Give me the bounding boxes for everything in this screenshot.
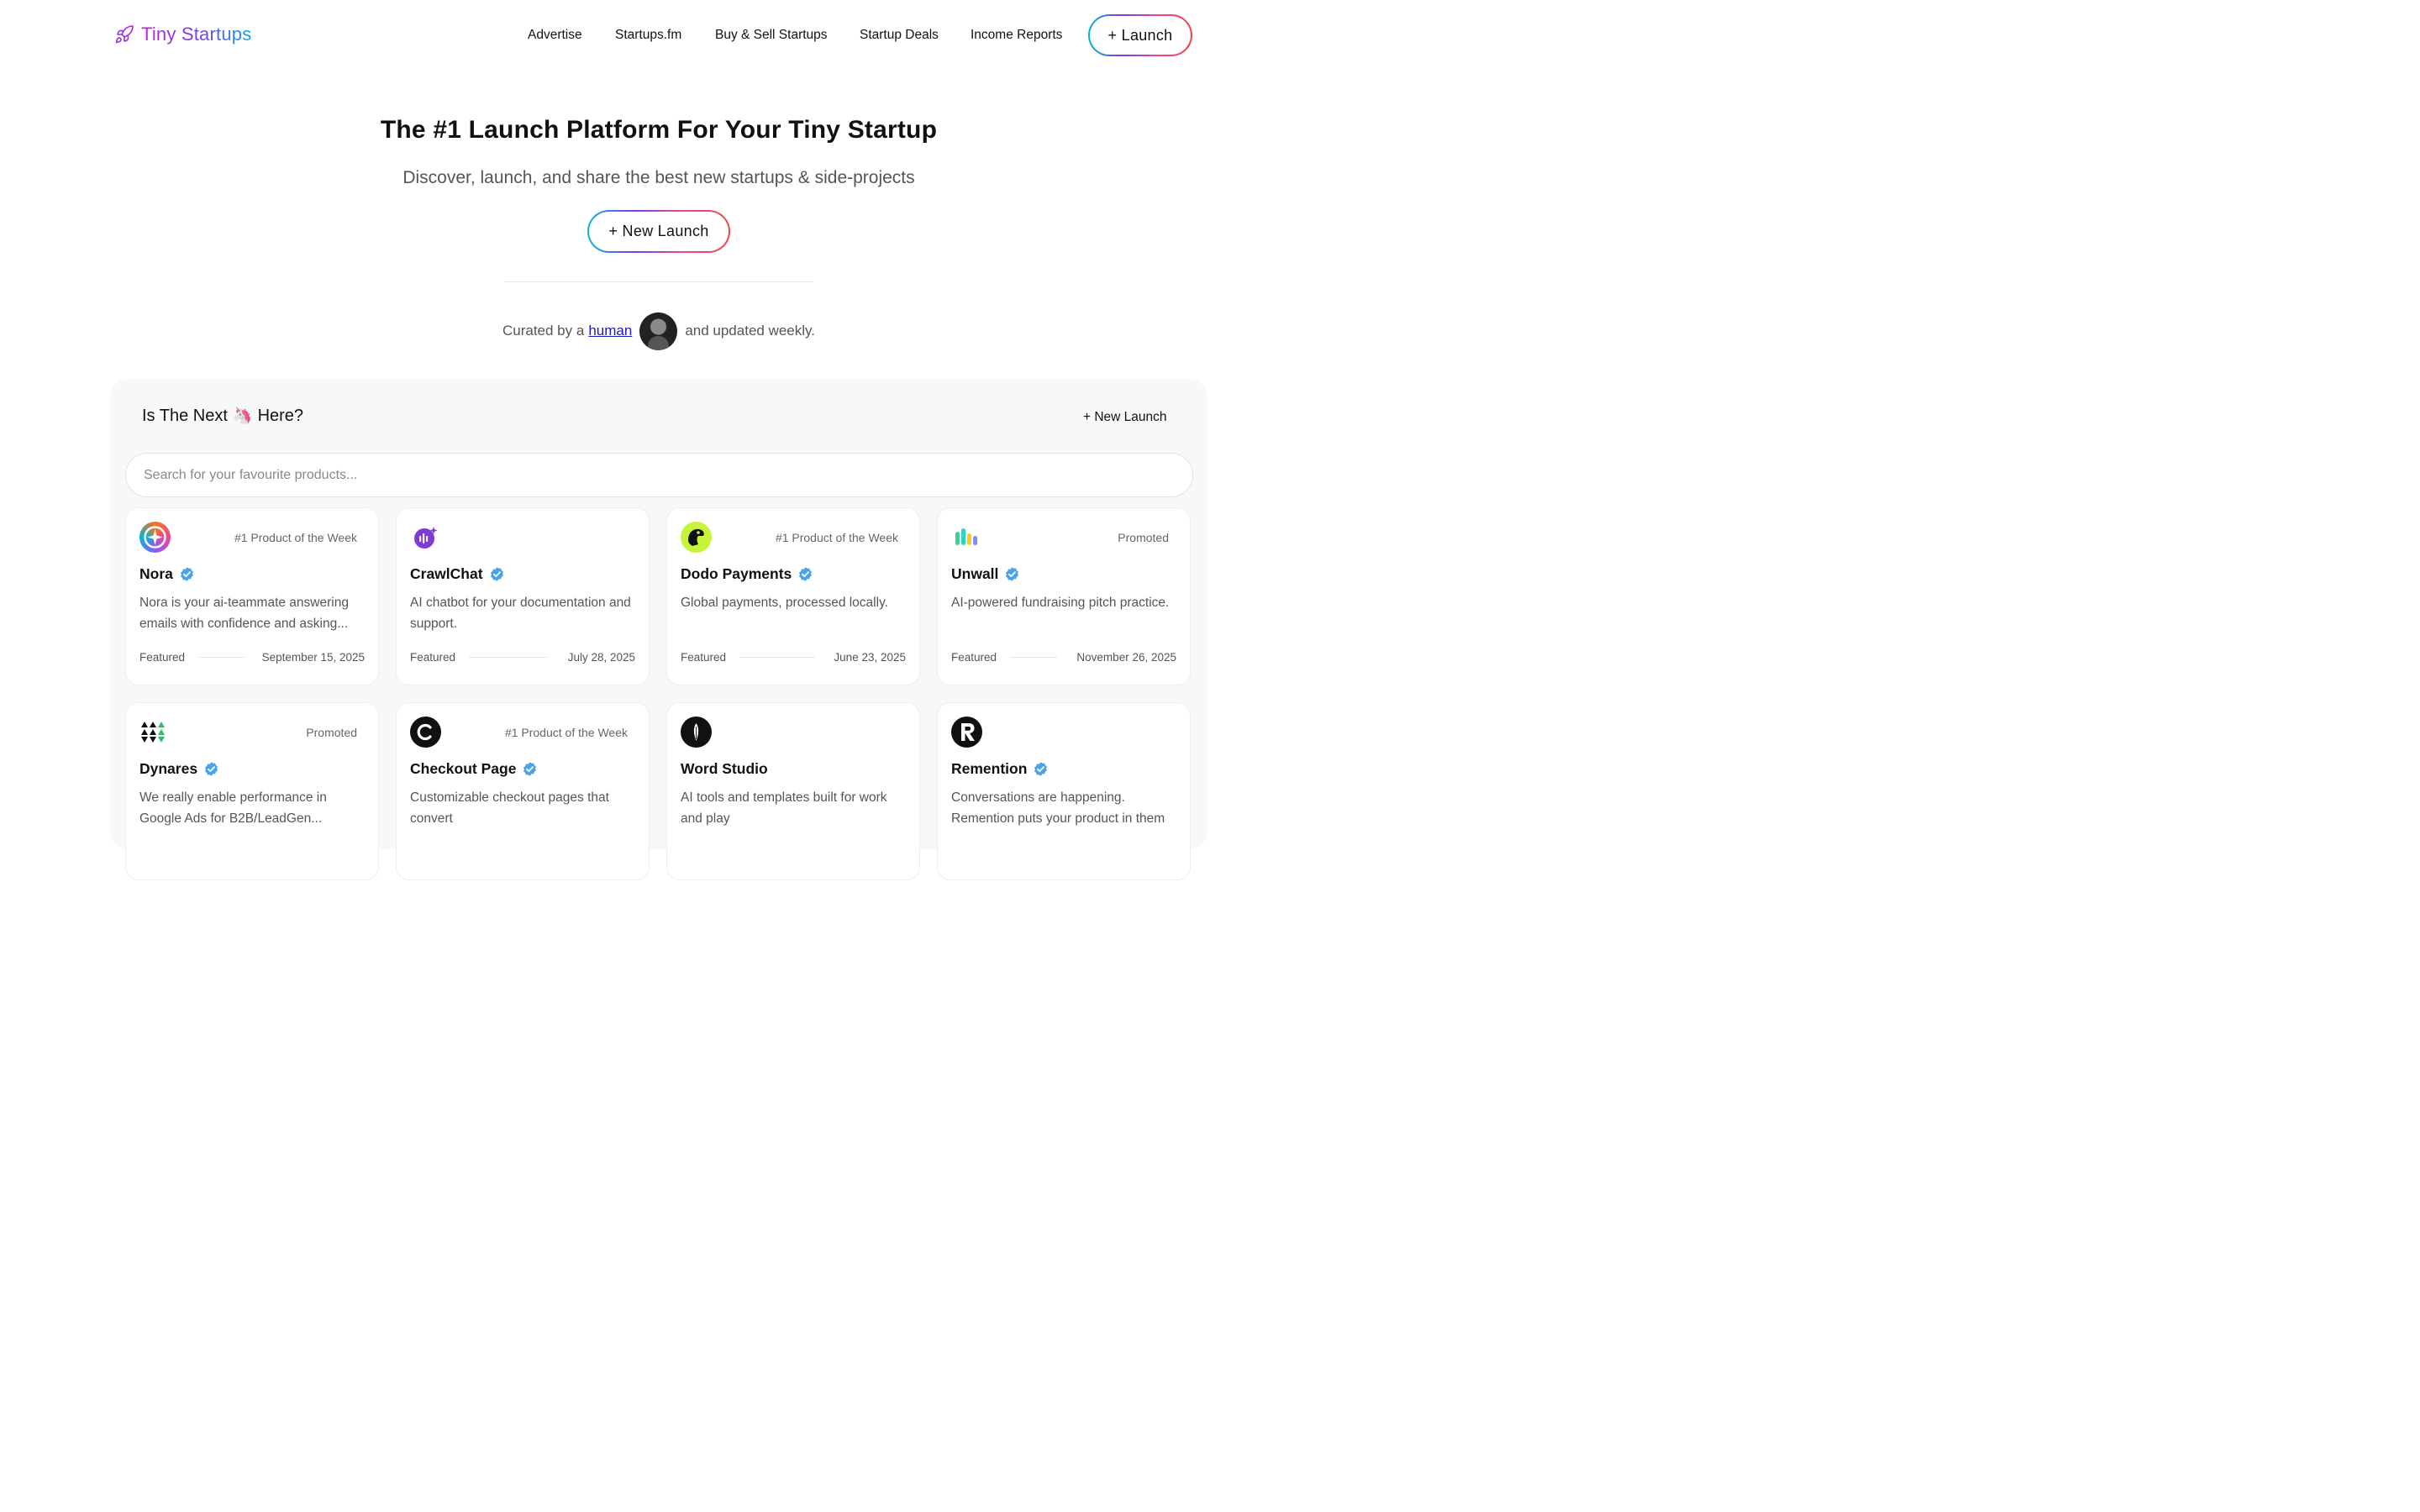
nav-buy-sell-startups[interactable]: Buy & Sell Startups (715, 28, 828, 43)
card-description: Global payments, processed locally. (681, 596, 888, 610)
hero-new-launch-label: + New Launch (589, 212, 729, 251)
avatar[interactable] (639, 312, 678, 350)
page-title: The #1 Launch Platform For Your Tiny Sta… (380, 116, 938, 144)
verified-badge-icon (205, 762, 218, 776)
card-date: July 28, 2025 (567, 651, 635, 664)
curated-suffix: and updated weekly. (685, 323, 815, 339)
card-status: Featured (951, 651, 997, 664)
search-input[interactable] (126, 454, 1192, 496)
product-card-dynares[interactable]: Promoted Dynares We really enable perfor… (125, 702, 379, 880)
rocket-icon (115, 25, 134, 44)
brand-logo[interactable]: Tiny Startups (114, 24, 251, 45)
card-badge: #1 Product of the Week (234, 531, 357, 544)
card-badge: #1 Product of the Week (504, 726, 628, 739)
card-status: Featured (681, 651, 727, 664)
card-title-text: Word Studio (681, 760, 768, 777)
panel-title-after: Here? (257, 406, 304, 425)
card-description: We really enable performance in Google A… (139, 790, 327, 826)
dodo-logo-icon (681, 522, 712, 553)
crawlchat-logo-icon (410, 522, 441, 553)
unwall-logo-icon (951, 522, 982, 553)
card-date: June 23, 2025 (834, 651, 906, 664)
card-footer: Featured June 23, 2025 (681, 651, 906, 664)
card-status: Featured (139, 651, 186, 664)
panel-title: Is The Next 🦄 Here? (142, 406, 303, 426)
verified-badge-icon (1034, 762, 1048, 776)
checkout-page-logo-icon (410, 717, 441, 748)
card-badge: Promoted (1118, 531, 1169, 544)
card-title[interactable]: Checkout Page (410, 760, 538, 778)
verified-badge-icon (799, 567, 813, 581)
curator-link[interactable]: human (588, 323, 632, 339)
card-footer-divider (739, 657, 816, 658)
product-card-unwall[interactable]: Promoted Unwall AI-powered fundraising p… (937, 507, 1191, 685)
card-footer: Featured September 15, 2025 (139, 651, 365, 664)
hero-new-launch-button[interactable]: + New Launch (587, 210, 730, 253)
card-badge: Promoted (306, 726, 357, 739)
card-description: AI chatbot for your documentation and su… (410, 596, 631, 631)
card-title[interactable]: Unwall (951, 565, 1020, 583)
product-card-remention[interactable]: Remention Conversations are happening. R… (937, 702, 1191, 880)
nav-advertise[interactable]: Advertise (528, 28, 582, 43)
card-title[interactable]: Word Studio (681, 760, 768, 778)
nav-income-reports[interactable]: Income Reports (971, 28, 1062, 43)
card-description: Conversations are happening. Remention p… (951, 790, 1165, 826)
card-description: Nora is your ai-teammate answering email… (139, 596, 349, 631)
verified-badge-icon (180, 567, 193, 581)
card-footer: Featured November 26, 2025 (951, 651, 1176, 664)
card-title[interactable]: Dynares (139, 760, 219, 778)
card-title-text: Nora (139, 565, 173, 582)
verified-badge-icon (490, 567, 503, 581)
card-date: November 26, 2025 (1076, 651, 1176, 664)
word-studio-logo-icon (681, 717, 712, 748)
card-description: AI-powered fundraising pitch practice. (951, 596, 1170, 610)
dynares-logo-icon (139, 717, 171, 748)
curated-line: Curated by a human and updated weekly. (0, 312, 1318, 350)
launch-button-label: + Launch (1090, 16, 1191, 55)
card-title-text: Unwall (951, 565, 999, 582)
product-card-dodo-payments[interactable]: #1 Product of the Week Dodo Payments Glo… (666, 507, 920, 685)
curated-prefix: Curated by a (502, 323, 585, 339)
card-title-text: Dodo Payments (681, 565, 792, 582)
card-status: Featured (410, 651, 456, 664)
card-footer-divider (1010, 657, 1058, 658)
card-title[interactable]: Nora (139, 565, 195, 583)
panel-title-before: Is The Next (142, 406, 228, 425)
card-title-text: CrawlChat (410, 565, 483, 582)
product-card-word-studio[interactable]: Word Studio AI tools and templates built… (666, 702, 920, 880)
product-card-checkout-page[interactable]: #1 Product of the Week Checkout Page Cus… (396, 702, 650, 880)
nav-startup-deals[interactable]: Startup Deals (860, 28, 939, 43)
verified-badge-icon (523, 762, 537, 776)
product-card-nora[interactable]: #1 Product of the Week Nora Nora is your… (125, 507, 379, 685)
product-card-crawlchat[interactable]: CrawlChat AI chatbot for your documentat… (396, 507, 650, 685)
card-title-text: Dynares (139, 760, 198, 777)
card-footer: Featured July 28, 2025 (410, 651, 635, 664)
card-date: September 15, 2025 (261, 651, 365, 664)
card-description: AI tools and templates built for work an… (681, 790, 887, 826)
verified-badge-icon (1006, 567, 1019, 581)
remention-logo-icon (951, 717, 982, 748)
card-title-text: Remention (951, 760, 1028, 777)
panel-new-launch-button[interactable]: + New Launch (1083, 410, 1167, 425)
hero-subtitle: Discover, launch, and share the best new… (402, 168, 915, 187)
card-footer-divider (198, 657, 246, 658)
card-title[interactable]: CrawlChat (410, 565, 505, 583)
nora-logo-icon (139, 522, 171, 553)
card-footer-divider (469, 657, 549, 658)
card-badge: #1 Product of the Week (775, 531, 898, 544)
card-title-text: Checkout Page (410, 760, 517, 777)
search-bar (125, 453, 1193, 497)
nav-startups-fm[interactable]: Startups.fm (615, 28, 681, 43)
brand-name: Tiny Startups (141, 24, 252, 45)
site-header: Tiny Startups Advertise Startups.fm Buy … (0, 0, 1318, 72)
card-title[interactable]: Dodo Payments (681, 565, 813, 583)
card-title[interactable]: Remention (951, 760, 1049, 778)
unicorn-icon: 🦄 (232, 407, 253, 425)
hero-divider (504, 281, 813, 282)
launch-button[interactable]: + Launch (1088, 14, 1192, 56)
card-description: Customizable checkout pages that convert (410, 790, 609, 826)
